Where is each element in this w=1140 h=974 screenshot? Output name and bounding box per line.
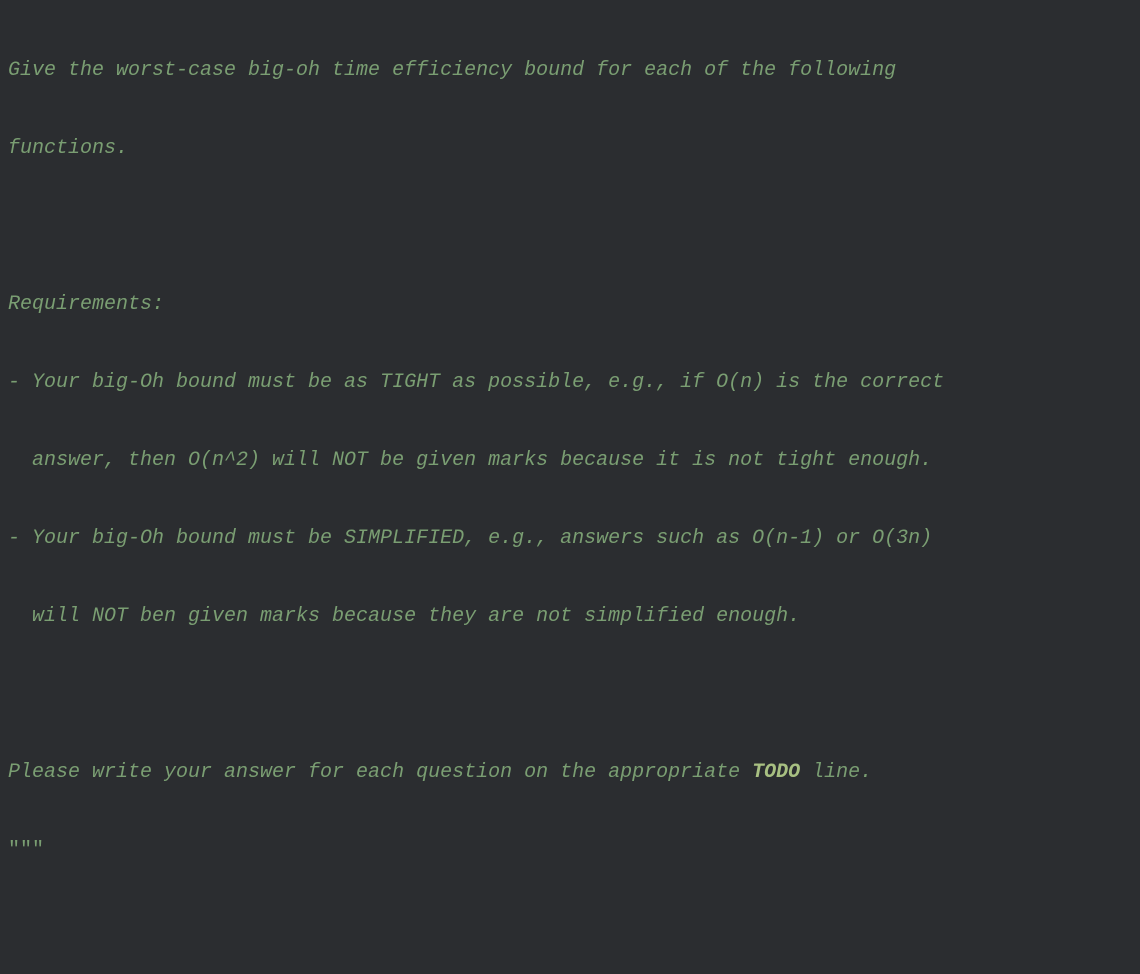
comment-line: functions. xyxy=(8,137,128,160)
comment-line: Requirements: xyxy=(8,293,164,316)
comment-line: line. xyxy=(800,761,872,784)
comment-line: - Your big-Oh bound must be as TIGHT as … xyxy=(8,371,944,394)
comment-line: will NOT ben given marks because they ar… xyxy=(8,605,800,628)
comment-line: answer, then O(n^2) will NOT be given ma… xyxy=(8,449,932,472)
docstring-delim: """ xyxy=(8,839,44,862)
todo-keyword: TODO xyxy=(752,761,800,784)
comment-line: - Your big-Oh bound must be SIMPLIFIED, … xyxy=(8,527,932,550)
code-editor[interactable]: Give the worst-case big-oh time efficien… xyxy=(0,0,1140,974)
comment-line: Give the worst-case big-oh time efficien… xyxy=(8,59,896,82)
comment-line: Please write your answer for each questi… xyxy=(8,761,752,784)
